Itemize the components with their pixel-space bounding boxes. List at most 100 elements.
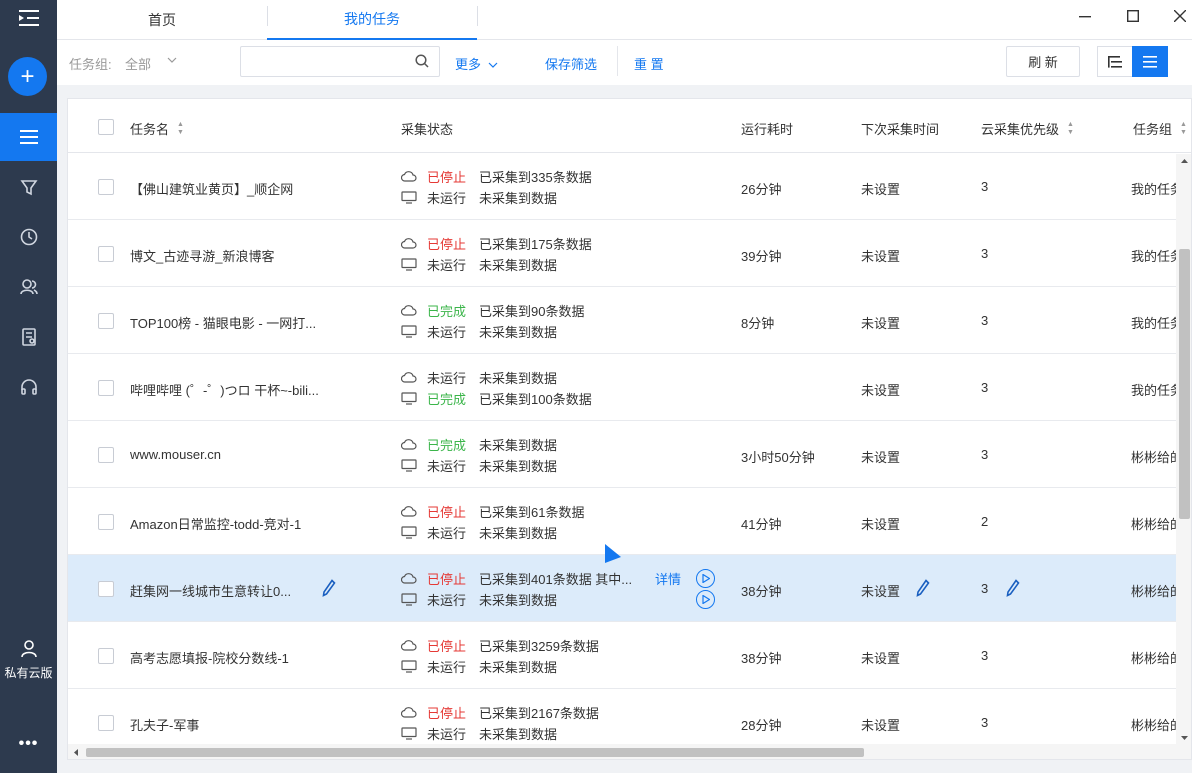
scrollbar-thumb[interactable]: [86, 748, 864, 757]
refresh-button[interactable]: 刷 新: [1006, 46, 1080, 77]
local-state: 未运行: [427, 525, 467, 541]
save-filter-button[interactable]: 保存筛选: [545, 54, 597, 73]
row-checkbox[interactable]: [98, 246, 114, 262]
local-desc: 未采集到数据: [479, 525, 558, 541]
next-time: 未设置: [861, 249, 901, 264]
column-group[interactable]: 任务组 ▲ ▼: [1133, 119, 1187, 138]
cloud-state: 已完成: [427, 303, 467, 319]
row-checkbox[interactable]: [98, 447, 114, 463]
task-name[interactable]: www.mouser.cn: [130, 447, 340, 462]
next-time: 未设置: [861, 517, 901, 532]
table-row[interactable]: www.mouser.cn 已完成 未采集到数据 未运行 未采集到数据 3小时50分钟 未设…: [68, 421, 1176, 488]
computer-icon: [401, 391, 417, 405]
local-desc: 未采集到数据: [479, 324, 558, 340]
row-checkbox[interactable]: [98, 313, 114, 329]
task-name[interactable]: 高考志愿填报-院校分数线-1: [130, 648, 340, 667]
task-group-select[interactable]: 全部: [125, 54, 151, 73]
cloud-start-icon[interactable]: [696, 569, 715, 588]
table-row[interactable]: 博文_古迹寻游_新浪博客 已停止 已采集到175条数据 未运行 未采集到数据 39分钟 未设…: [68, 220, 1176, 287]
schedule-icon[interactable]: [0, 213, 57, 261]
sort-icon[interactable]: ▲ ▼: [1067, 121, 1074, 137]
cloud-desc: 已采集到3259条数据: [479, 638, 599, 654]
row-checkbox[interactable]: [98, 715, 114, 731]
next-time: 未设置: [861, 383, 901, 398]
sort-icon[interactable]: ▲ ▼: [1180, 121, 1187, 137]
detail-link[interactable]: 详情: [655, 569, 681, 588]
tab-my-tasks[interactable]: 我的任务: [267, 0, 477, 40]
local-status: 未运行 未采集到数据: [401, 322, 557, 340]
search-icon[interactable]: [415, 54, 429, 71]
cloud-state: 未运行: [427, 370, 467, 386]
select-all-checkbox[interactable]: [98, 119, 114, 135]
row-checkbox[interactable]: [98, 648, 114, 664]
task-name[interactable]: 博文_古迹寻游_新浪博客: [130, 246, 340, 265]
close-icon[interactable]: [1168, 4, 1192, 28]
cloud-state: 已停止: [427, 571, 467, 587]
cloud-icon: [401, 438, 417, 450]
duration: 41分钟: [741, 517, 782, 532]
scrollbar-thumb[interactable]: [1179, 249, 1190, 519]
table-row[interactable]: 赶集网一线城市生意转让0... 已停止 已采集到401条数据 其中... 未运行 未采集…: [68, 555, 1176, 622]
task-name[interactable]: 孔夫子-军事: [130, 715, 340, 734]
cloud-desc[interactable]: 已采集到401条数据 其中...: [479, 569, 632, 588]
priority: 3: [981, 179, 989, 194]
more-icon[interactable]: •••: [0, 735, 57, 759]
next-time: 未设置: [861, 651, 901, 666]
cloud-state: 已完成: [427, 437, 467, 453]
computer-icon: [401, 726, 417, 740]
maximize-icon[interactable]: [1121, 4, 1145, 28]
search-box: [240, 46, 440, 77]
sort-icon[interactable]: ▲ ▼: [177, 121, 184, 137]
group: 我的任务: [1131, 383, 1176, 398]
edit-name-icon[interactable]: [322, 579, 336, 600]
task-name[interactable]: Amazon日常监控-todd-竞对-1: [130, 514, 340, 533]
local-desc: 未采集到数据: [479, 592, 558, 608]
document-icon[interactable]: [0, 313, 57, 361]
table-row[interactable]: TOP100榜 - 猫眼电影 - 一网打... 已完成 已采集到90条数据未运行 未采…: [68, 287, 1176, 354]
private-cloud-button[interactable]: 私有云版: [0, 640, 57, 696]
priority: 3: [981, 447, 989, 462]
task-list-icon[interactable]: [0, 113, 57, 161]
task-name[interactable]: 赶集网一线城市生意转让0...: [130, 581, 340, 600]
column-task-name[interactable]: 任务名 ▲ ▼: [130, 119, 184, 138]
priority: 3: [981, 313, 989, 328]
filter-icon[interactable]: [0, 163, 57, 211]
users-icon[interactable]: [0, 263, 57, 311]
collapse-menu-icon[interactable]: [0, 0, 57, 36]
task-name[interactable]: TOP100榜 - 猫眼电影 - 一网打...: [130, 313, 340, 332]
row-checkbox[interactable]: [98, 581, 114, 597]
more-filter-button[interactable]: 更多: [455, 54, 498, 73]
cloud-desc: 已采集到90条数据: [479, 303, 585, 319]
tree-view-icon[interactable]: [1097, 46, 1133, 77]
task-name[interactable]: 哔哩哔哩 (゜-゜)つロ 干杯~-bili...: [130, 380, 340, 399]
minimize-icon[interactable]: [1073, 4, 1097, 28]
cloud-state: 已停止: [427, 236, 467, 252]
task-name[interactable]: 【佛山建筑业黄页】_顺企网: [130, 179, 340, 198]
group: 彬彬给的: [1131, 584, 1176, 599]
table-row[interactable]: 高考志愿填报-院校分数线-1 已停止 已采集到3259条数据 未运行 未采集到数据 38分…: [68, 622, 1176, 689]
reset-button[interactable]: 重 置: [634, 54, 664, 73]
add-task-button[interactable]: +: [8, 57, 47, 96]
row-checkbox[interactable]: [98, 514, 114, 530]
group: 彬彬给的: [1131, 651, 1176, 666]
row-checkbox[interactable]: [98, 380, 114, 396]
local-start-icon[interactable]: [696, 590, 715, 609]
group: 彬彬给的: [1131, 718, 1176, 733]
edit-priority-icon[interactable]: [1006, 579, 1020, 600]
row-checkbox[interactable]: [98, 179, 114, 195]
sidebar: + 私有云版 •••: [0, 0, 57, 773]
table-row[interactable]: 【佛山建筑业黄页】_顺企网 已停止 已采集到335条数据 未运行 未采集到数据 26分钟未…: [68, 153, 1176, 220]
table-row[interactable]: 哔哩哔哩 (゜-゜)つロ 干杯~-bili... 未运行 未采集到数据 已完成 已采集到…: [68, 354, 1176, 421]
computer-icon: [401, 190, 417, 204]
list-view-icon[interactable]: [1132, 46, 1168, 77]
cloud-icon: [401, 505, 417, 517]
tab-home[interactable]: 首页: [57, 0, 267, 40]
headset-icon[interactable]: [0, 363, 57, 411]
vertical-scrollbar[interactable]: [1176, 154, 1191, 759]
horizontal-scrollbar[interactable]: [68, 744, 1176, 759]
column-priority[interactable]: 云采集优先级 ▲ ▼: [981, 119, 1074, 138]
chevron-down-icon[interactable]: [167, 52, 177, 67]
edit-schedule-icon[interactable]: [916, 579, 930, 600]
search-input[interactable]: [241, 47, 406, 76]
column-duration: 运行耗时: [741, 122, 794, 137]
